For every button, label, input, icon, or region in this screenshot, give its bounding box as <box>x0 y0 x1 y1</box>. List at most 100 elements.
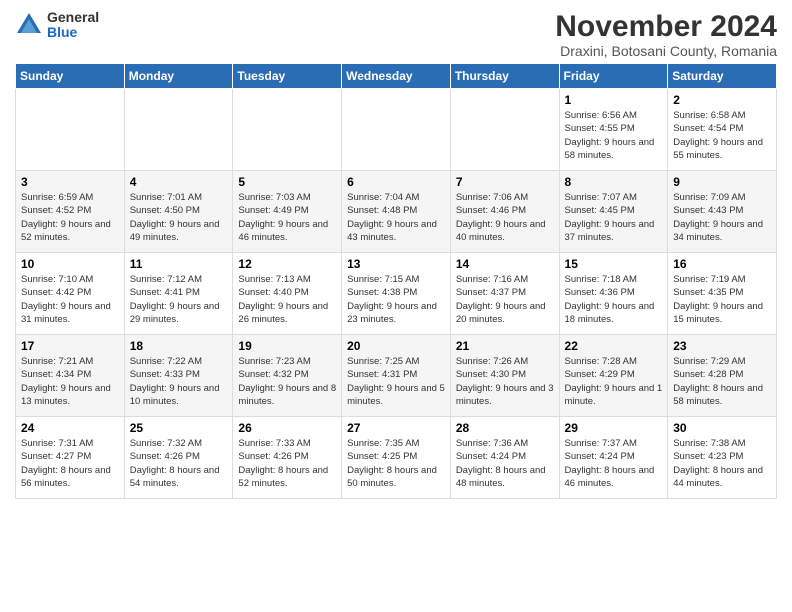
day-number: 9 <box>673 175 771 189</box>
header-sunday: Sunday <box>16 64 125 89</box>
table-row: 14 Sunrise: 7:16 AMSunset: 4:37 PMDayligh… <box>450 253 559 335</box>
table-row: 18Sunrise: 7:22 AMSunset: 4:33 PMDayligh… <box>124 335 233 417</box>
day-number: 11 <box>130 257 228 271</box>
day-info: Sunrise: 7:32 AMSunset: 4:26 PMDaylight:… <box>130 437 228 490</box>
day-number: 6 <box>347 175 445 189</box>
table-row: 8 Sunrise: 7:07 AMSunset: 4:45 PMDaylight… <box>559 171 668 253</box>
day-number: 20 <box>347 339 445 353</box>
table-row: 23 Sunrise: 7:29 AMSunset: 4:28 PMDayligh… <box>668 335 777 417</box>
day-info: Sunrise: 7:31 AMSunset: 4:27 PMDaylight:… <box>21 437 119 490</box>
day-info: Sunrise: 7:16 AMSunset: 4:37 PMDaylight:… <box>456 273 554 326</box>
day-number: 25 <box>130 421 228 435</box>
day-number: 16 <box>673 257 771 271</box>
table-row: 20 Sunrise: 7:25 AMSunset: 4:31 PMDayligh… <box>342 335 451 417</box>
day-number: 8 <box>565 175 663 189</box>
header-wednesday: Wednesday <box>342 64 451 89</box>
table-row: 28 Sunrise: 7:36 AMSunset: 4:24 PMDayligh… <box>450 417 559 499</box>
table-row: 3 Sunrise: 6:59 AMSunset: 4:52 PMDaylight… <box>16 171 125 253</box>
day-number: 24 <box>21 421 119 435</box>
calendar-table: Sunday Monday Tuesday Wednesday Thursday… <box>15 63 777 499</box>
calendar-week-row: 3 Sunrise: 6:59 AMSunset: 4:52 PMDaylight… <box>16 171 777 253</box>
calendar-body: 1Sunrise: 6:56 AMSunset: 4:55 PMDaylight… <box>16 89 777 499</box>
day-info: Sunrise: 7:09 AMSunset: 4:43 PMDaylight:… <box>673 191 771 244</box>
day-number: 14 <box>456 257 554 271</box>
page-container: General Blue November 2024 Draxini, Boto… <box>0 0 792 612</box>
header-monday: Monday <box>124 64 233 89</box>
day-info: Sunrise: 7:19 AMSunset: 4:35 PMDaylight:… <box>673 273 771 326</box>
day-number: 18 <box>130 339 228 353</box>
table-row: 10 Sunrise: 7:10 AMSunset: 4:42 PMDayligh… <box>16 253 125 335</box>
day-number: 27 <box>347 421 445 435</box>
day-info: Sunrise: 7:15 AMSunset: 4:38 PMDaylight:… <box>347 273 445 326</box>
day-number: 5 <box>238 175 336 189</box>
logo-text: General Blue <box>47 10 99 41</box>
day-info: Sunrise: 7:33 AMSunset: 4:26 PMDaylight:… <box>238 437 336 490</box>
day-number: 30 <box>673 421 771 435</box>
day-info: Sunrise: 7:06 AMSunset: 4:46 PMDaylight:… <box>456 191 554 244</box>
logo-icon <box>15 11 43 39</box>
calendar-week-row: 1Sunrise: 6:56 AMSunset: 4:55 PMDaylight… <box>16 89 777 171</box>
logo-blue-text: Blue <box>47 25 99 40</box>
table-row: 11 Sunrise: 7:12 AMSunset: 4:41 PMDayligh… <box>124 253 233 335</box>
day-info: Sunrise: 7:36 AMSunset: 4:24 PMDaylight:… <box>456 437 554 490</box>
day-number: 17 <box>21 339 119 353</box>
table-row: 25 Sunrise: 7:32 AMSunset: 4:26 PMDayligh… <box>124 417 233 499</box>
day-info: Sunrise: 7:13 AMSunset: 4:40 PMDaylight:… <box>238 273 336 326</box>
table-row: 16 Sunrise: 7:19 AMSunset: 4:35 PMDayligh… <box>668 253 777 335</box>
day-info: Sunrise: 7:25 AMSunset: 4:31 PMDaylight:… <box>347 355 445 408</box>
day-number: 21 <box>456 339 554 353</box>
day-number: 1 <box>565 93 663 107</box>
table-row: 7Sunrise: 7:06 AMSunset: 4:46 PMDaylight… <box>450 171 559 253</box>
day-info: Sunrise: 7:38 AMSunset: 4:23 PMDaylight:… <box>673 437 771 490</box>
header-thursday: Thursday <box>450 64 559 89</box>
day-number: 13 <box>347 257 445 271</box>
day-info: Sunrise: 7:12 AMSunset: 4:41 PMDaylight:… <box>130 273 228 326</box>
table-row: 1Sunrise: 6:56 AMSunset: 4:55 PMDaylight… <box>559 89 668 171</box>
day-info: Sunrise: 6:59 AMSunset: 4:52 PMDaylight:… <box>21 191 119 244</box>
day-number: 4 <box>130 175 228 189</box>
day-info: Sunrise: 6:58 AMSunset: 4:54 PMDaylight:… <box>673 109 771 162</box>
table-row: 12 Sunrise: 7:13 AMSunset: 4:40 PMDayligh… <box>233 253 342 335</box>
day-info: Sunrise: 7:03 AMSunset: 4:49 PMDaylight:… <box>238 191 336 244</box>
day-number: 3 <box>21 175 119 189</box>
day-info: Sunrise: 7:26 AMSunset: 4:30 PMDaylight:… <box>456 355 554 408</box>
day-info: Sunrise: 7:04 AMSunset: 4:48 PMDaylight:… <box>347 191 445 244</box>
day-info: Sunrise: 7:29 AMSunset: 4:28 PMDaylight:… <box>673 355 771 408</box>
header-tuesday: Tuesday <box>233 64 342 89</box>
day-number: 10 <box>21 257 119 271</box>
table-row <box>124 89 233 171</box>
table-row: 19Sunrise: 7:23 AMSunset: 4:32 PMDayligh… <box>233 335 342 417</box>
day-number: 19 <box>238 339 336 353</box>
day-info: Sunrise: 7:28 AMSunset: 4:29 PMDaylight:… <box>565 355 663 408</box>
table-row: 5 Sunrise: 7:03 AMSunset: 4:49 PMDaylight… <box>233 171 342 253</box>
table-row: 30 Sunrise: 7:38 AMSunset: 4:23 PMDayligh… <box>668 417 777 499</box>
table-row <box>342 89 451 171</box>
table-row: 27Sunrise: 7:35 AMSunset: 4:25 PMDayligh… <box>342 417 451 499</box>
table-row: 29 Sunrise: 7:37 AMSunset: 4:24 PMDayligh… <box>559 417 668 499</box>
day-number: 28 <box>456 421 554 435</box>
header-saturday: Saturday <box>668 64 777 89</box>
day-info: Sunrise: 7:37 AMSunset: 4:24 PMDaylight:… <box>565 437 663 490</box>
logo-general-text: General <box>47 10 99 25</box>
table-row: 26Sunrise: 7:33 AMSunset: 4:26 PMDayligh… <box>233 417 342 499</box>
day-number: 29 <box>565 421 663 435</box>
table-row: 2 Sunrise: 6:58 AMSunset: 4:54 PMDaylight… <box>668 89 777 171</box>
table-row <box>16 89 125 171</box>
calendar-week-row: 24 Sunrise: 7:31 AMSunset: 4:27 PMDayligh… <box>16 417 777 499</box>
day-number: 12 <box>238 257 336 271</box>
page-header: General Blue November 2024 Draxini, Boto… <box>15 10 777 59</box>
day-info: Sunrise: 7:18 AMSunset: 4:36 PMDaylight:… <box>565 273 663 326</box>
table-row: 6 Sunrise: 7:04 AMSunset: 4:48 PMDaylight… <box>342 171 451 253</box>
day-number: 2 <box>673 93 771 107</box>
table-row: 21 Sunrise: 7:26 AMSunset: 4:30 PMDayligh… <box>450 335 559 417</box>
table-row: 13 Sunrise: 7:15 AMSunset: 4:38 PMDayligh… <box>342 253 451 335</box>
title-block: November 2024 Draxini, Botosani County, … <box>555 10 777 59</box>
table-row <box>233 89 342 171</box>
day-number: 23 <box>673 339 771 353</box>
table-row: 9 Sunrise: 7:09 AMSunset: 4:43 PMDaylight… <box>668 171 777 253</box>
table-row <box>450 89 559 171</box>
day-info: Sunrise: 7:07 AMSunset: 4:45 PMDaylight:… <box>565 191 663 244</box>
day-info: Sunrise: 7:10 AMSunset: 4:42 PMDaylight:… <box>21 273 119 326</box>
calendar-week-row: 10 Sunrise: 7:10 AMSunset: 4:42 PMDayligh… <box>16 253 777 335</box>
calendar-week-row: 17Sunrise: 7:21 AMSunset: 4:34 PMDayligh… <box>16 335 777 417</box>
